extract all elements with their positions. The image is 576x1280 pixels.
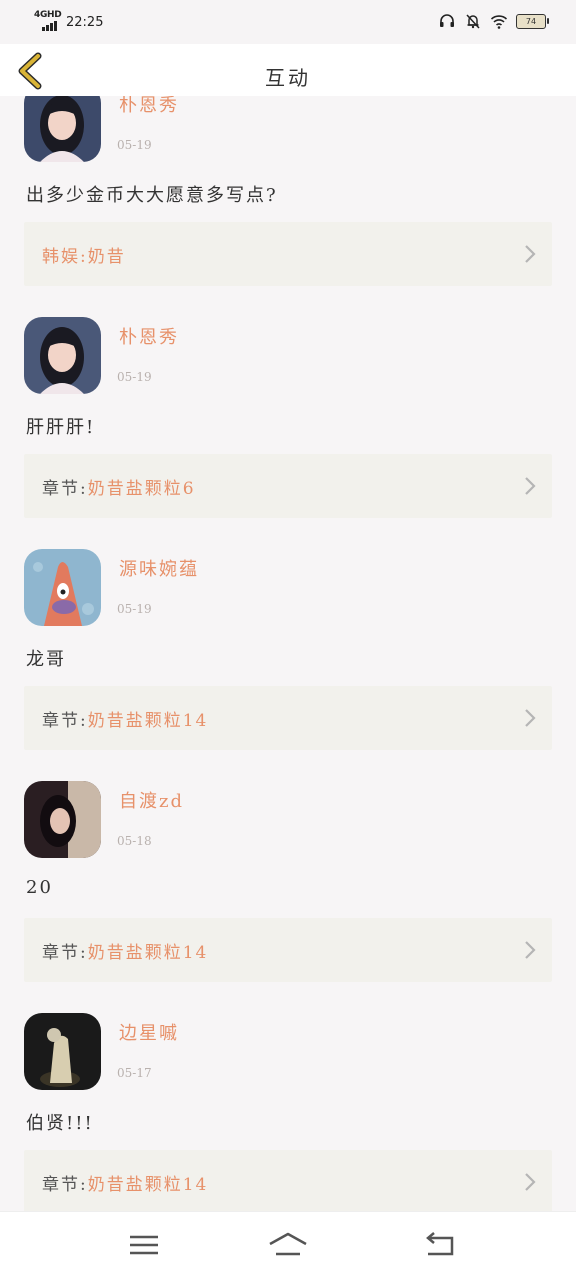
comment-text: 伯贤!!!: [26, 1113, 94, 1134]
username[interactable]: 朴恩秀: [119, 323, 179, 349]
battery-icon: 74: [516, 13, 549, 29]
battery-level: 74: [525, 16, 537, 26]
headphones-icon: [440, 14, 454, 27]
chevron-right-icon: [525, 245, 536, 263]
avatar[interactable]: [24, 96, 101, 162]
comment-list[interactable]: 朴恩秀 05-19 出多少金币大大愿意多写点? 韩娱:奶昔 朴恩秀 05-19 …: [0, 96, 576, 1212]
clock: 22:25: [66, 14, 104, 30]
comment-text: 出多少金币大大愿意多写点?: [26, 185, 278, 206]
chapter-label: 章节:奶昔盐颗粒14: [42, 706, 208, 731]
chapter-value: 奶昔盐颗粒14: [87, 943, 209, 963]
username[interactable]: 源味婉蕴: [119, 555, 199, 581]
chapter-label: 韩娱:奶昔: [42, 242, 126, 267]
page-title: 互动: [265, 66, 311, 90]
home-icon[interactable]: [268, 1230, 308, 1260]
chapter-value: 韩娱:奶昔: [42, 247, 126, 267]
menu-icon[interactable]: [126, 1230, 162, 1260]
network-label: 4GHD: [34, 10, 62, 20]
comment-text: 肝肝肝!: [26, 417, 96, 438]
username[interactable]: 边星嘁: [119, 1019, 179, 1045]
chapter-link[interactable]: 韩娱:奶昔: [24, 222, 552, 286]
avatar[interactable]: [24, 1013, 101, 1090]
chevron-right-icon: [525, 1173, 536, 1191]
signal-icon: 4GHD: [34, 10, 62, 32]
chapter-label: 章节:奶昔盐颗粒14: [42, 1170, 208, 1195]
chapter-prefix: 章节:: [42, 943, 88, 963]
chevron-right-icon: [525, 941, 536, 959]
comment-date: 05-18: [117, 834, 152, 848]
chapter-link[interactable]: 章节:奶昔盐颗粒14: [24, 918, 552, 982]
comment-date: 05-19: [117, 138, 152, 152]
chevron-right-icon: [525, 709, 536, 727]
status-left: 4GHD 22:25: [34, 10, 104, 32]
username[interactable]: 朴恩秀: [119, 96, 179, 117]
chapter-prefix: 章节:: [42, 711, 88, 731]
back-nav-icon[interactable]: [422, 1230, 458, 1260]
avatar[interactable]: [24, 549, 101, 626]
chapter-label: 章节:奶昔盐颗粒14: [42, 938, 208, 963]
comment-date: 05-19: [117, 370, 152, 384]
mute-bell-icon: [466, 14, 480, 29]
system-nav-bar: [0, 1211, 576, 1280]
screen: 4GHD 22:25 74 互动 朴恩秀 05-19 出多少金币大大愿意多写点?…: [0, 0, 576, 1280]
chapter-link[interactable]: 章节:奶昔盐颗粒14: [24, 1150, 552, 1212]
chapter-link[interactable]: 章节:奶昔盐颗粒14: [24, 686, 552, 750]
chapter-value: 奶昔盐颗粒14: [87, 711, 209, 731]
comment-date: 05-17: [117, 1066, 152, 1080]
username[interactable]: 自渡zd: [119, 787, 184, 813]
chapter-label: 章节:奶昔盐颗粒6: [42, 474, 196, 499]
comment-text: 龙哥: [26, 649, 66, 670]
chapter-prefix: 章节:: [42, 479, 88, 499]
comment-date: 05-19: [117, 602, 152, 616]
chapter-value: 奶昔盐颗粒6: [87, 479, 196, 499]
avatar[interactable]: [24, 317, 101, 394]
chapter-link[interactable]: 章节:奶昔盐颗粒6: [24, 454, 552, 518]
app-header: 互动: [0, 44, 576, 96]
status-bar: 4GHD 22:25 74: [0, 0, 576, 44]
chapter-value: 奶昔盐颗粒14: [87, 1175, 209, 1195]
avatar[interactable]: [24, 781, 101, 858]
wifi-icon: [490, 15, 508, 29]
comment-text: 20: [26, 877, 53, 898]
chapter-prefix: 章节:: [42, 1175, 88, 1195]
status-right: 74: [438, 12, 549, 30]
chevron-right-icon: [525, 477, 536, 495]
